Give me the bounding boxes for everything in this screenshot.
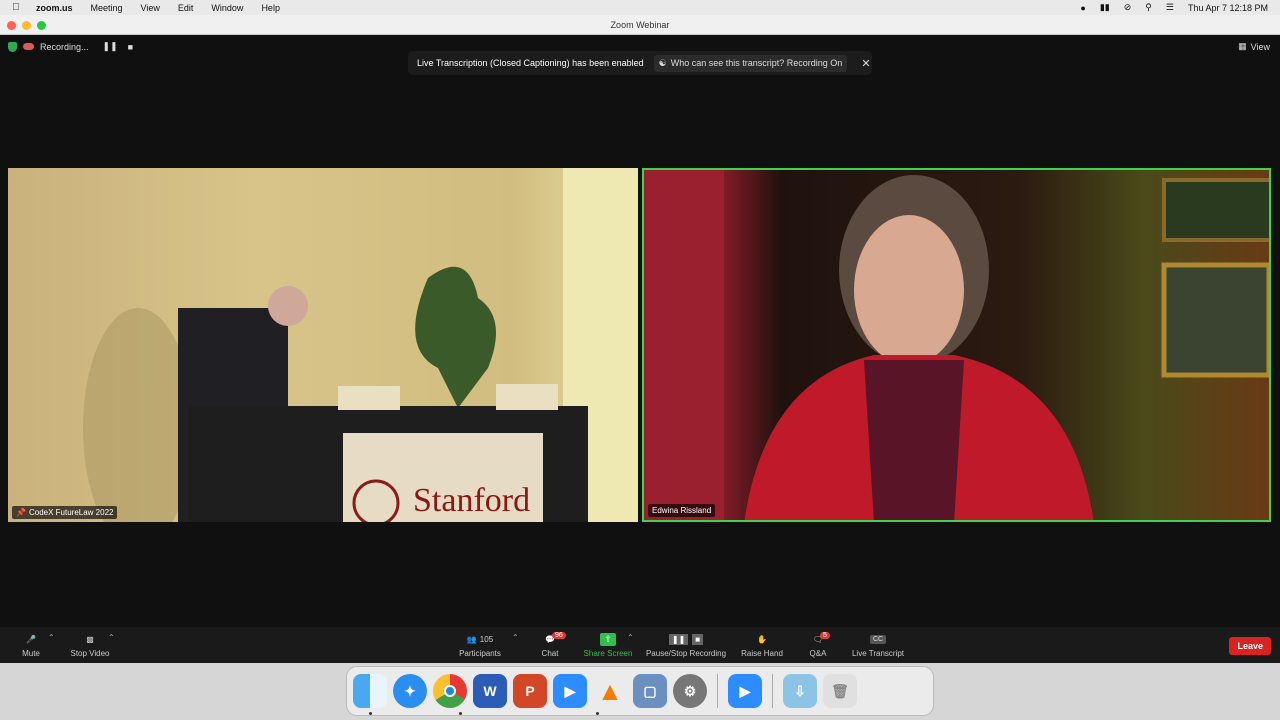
safari-icon[interactable]: ✦ — [393, 674, 427, 708]
dock-separator — [772, 674, 773, 708]
banner-text: Live Transcription (Closed Captioning) h… — [417, 58, 644, 68]
participant-name-tag: 📌 CodeX FutureLaw 2022 — [12, 506, 118, 519]
vlc-icon[interactable]: ▲ — [593, 674, 627, 708]
who-can-see-button[interactable]: ☯ Who can see this transcript? Recording… — [653, 54, 848, 72]
mute-label: Mute — [22, 649, 40, 658]
zoom-icon[interactable]: ▶ — [728, 674, 762, 708]
recording-label: Recording... — [40, 41, 89, 52]
recording-indicator: Recording... ❚❚ ■ — [8, 41, 133, 52]
trash-icon[interactable]: 🗑 — [823, 674, 857, 708]
person-icon: ☯ — [658, 57, 667, 68]
pause-recording-icon[interactable]: ❚❚ — [103, 41, 118, 52]
control-center-icon[interactable]: ☰ — [1166, 2, 1174, 13]
menu-app-name[interactable]: zoom.us — [36, 3, 73, 13]
podium-stanford-text: Stanford — [413, 482, 531, 519]
menu-window[interactable]: Window — [211, 3, 243, 13]
qa-button[interactable]: 🗨 5 Q&A — [806, 631, 830, 658]
apple-menu-icon[interactable]:  — [12, 2, 26, 13]
qa-badge: 5 — [820, 632, 830, 639]
participant-name: CodeX FutureLaw 2022 — [28, 508, 114, 517]
close-icon[interactable]: ✕ — [861, 57, 870, 70]
window-title: Zoom Webinar — [610, 20, 670, 30]
grid-view-icon: ▦ — [1238, 41, 1247, 51]
closed-captions-icon: CC — [869, 634, 887, 644]
menu-view[interactable]: View — [141, 3, 160, 13]
video-options-chevron-icon[interactable]: ⌃ — [108, 633, 115, 642]
raise-hand-icon: ✋ — [757, 634, 767, 644]
video-tile-active-speaker[interactable]: Edwina Rissland — [642, 168, 1271, 522]
running-indicator — [596, 712, 599, 715]
running-indicator — [459, 712, 462, 715]
participant-name: Edwina Rissland — [652, 506, 712, 515]
share-screen-label: Share Screen — [583, 649, 633, 658]
powerpoint-icon[interactable]: P — [513, 674, 547, 708]
battery-icon[interactable]: ▮▮ — [1100, 2, 1110, 13]
macos-menubar:  zoom.us Meeting View Edit Window Help … — [0, 0, 1280, 15]
keynote-icon[interactable]: ▢ — [633, 674, 667, 708]
chrome-icon[interactable] — [433, 674, 467, 708]
transcription-banner: Live Transcription (Closed Captioning) h… — [408, 51, 872, 75]
share-options-chevron-icon[interactable]: ⌃ — [627, 633, 634, 642]
share-screen-icon: ⇧ — [600, 632, 616, 646]
participants-label: Participants — [459, 649, 501, 658]
chat-button[interactable]: 💬 96 Chat — [536, 631, 566, 658]
zoom-status-icon[interactable]: ● — [1080, 3, 1085, 13]
speaker-video — [644, 170, 1269, 520]
security-shield-icon[interactable] — [8, 41, 17, 52]
participants-button[interactable]: 👥 105 Participants — [454, 631, 506, 659]
zoom-window-icon[interactable] — [37, 21, 46, 30]
video-tile-codex[interactable]: Stanford 📌 CodeX FutureLaw 2022 — [8, 168, 638, 522]
chat-label: Chat — [541, 649, 559, 658]
menu-meeting[interactable]: Meeting — [91, 3, 123, 13]
stop-icon: ■ — [692, 633, 704, 645]
word-icon[interactable]: W — [473, 674, 507, 708]
who-can-see-label: Who can see this transcript? Recording O… — [670, 58, 843, 68]
view-button[interactable]: ▦ View — [1238, 41, 1270, 52]
pin-icon: 📌 — [16, 508, 26, 517]
live-transcript-label: Live Transcript — [851, 649, 905, 658]
audio-options-chevron-icon[interactable]: ⌃ — [48, 633, 55, 642]
system-preferences-icon[interactable]: ⚙ — [673, 674, 707, 708]
pause-recording-label: Pause/Stop Recording — [645, 649, 727, 658]
raise-hand-label: Raise Hand — [741, 649, 783, 658]
meeting-toolbar: 🎤 Mute ⌃ ▩ Stop Video ⌃ 👥 105 Participant… — [0, 627, 1280, 663]
menubar-clock[interactable]: Thu Apr 7 12:18 PM — [1188, 3, 1268, 13]
running-indicator — [369, 712, 372, 715]
conference-room-video: Stanford — [8, 168, 638, 522]
menu-edit[interactable]: Edit — [178, 3, 194, 13]
finder-icon[interactable] — [353, 674, 387, 708]
downloads-icon[interactable]: ⇩ — [783, 674, 817, 708]
window-titlebar: Zoom Webinar — [0, 15, 1280, 35]
cloud-recording-icon — [23, 43, 34, 50]
minimize-window-icon[interactable] — [22, 21, 31, 30]
zoom-icon[interactable]: ▶ — [553, 674, 587, 708]
wifi-off-icon[interactable]: ⊘ — [1124, 2, 1132, 13]
close-window-icon[interactable] — [7, 21, 16, 30]
pause-icon: ❚❚ — [668, 633, 689, 645]
participants-chevron-icon[interactable]: ⌃ — [512, 633, 519, 642]
macos-dock: ✦ W P ▶ ▲ ▢ ⚙ ▶ ⇩ 🗑 — [346, 666, 934, 716]
participants-count: 105 — [479, 634, 494, 644]
menu-help[interactable]: Help — [261, 3, 280, 13]
chat-badge: 96 — [552, 632, 566, 639]
participant-name-tag: Edwina Rissland — [648, 504, 716, 517]
stop-video-label: Stop Video — [70, 649, 110, 658]
microphone-icon: 🎤 — [26, 634, 36, 644]
raise-hand-button[interactable]: ✋ Raise Hand — [738, 631, 786, 659]
spotlight-search-icon[interactable]: ⚲ — [1145, 2, 1152, 13]
mute-button[interactable]: 🎤 Mute — [18, 631, 44, 659]
view-label: View — [1250, 41, 1270, 52]
stop-recording-icon[interactable]: ■ — [128, 42, 133, 52]
leave-button[interactable]: Leave — [1229, 637, 1271, 655]
participants-icon: 👥 105 — [466, 634, 494, 644]
dock-separator — [717, 674, 718, 708]
pause-stop-recording-button[interactable]: ❚❚ ■ Pause/Stop Recording — [642, 631, 730, 658]
qa-label: Q&A — [809, 649, 827, 658]
live-transcript-button[interactable]: CC Live Transcript — [848, 631, 908, 658]
